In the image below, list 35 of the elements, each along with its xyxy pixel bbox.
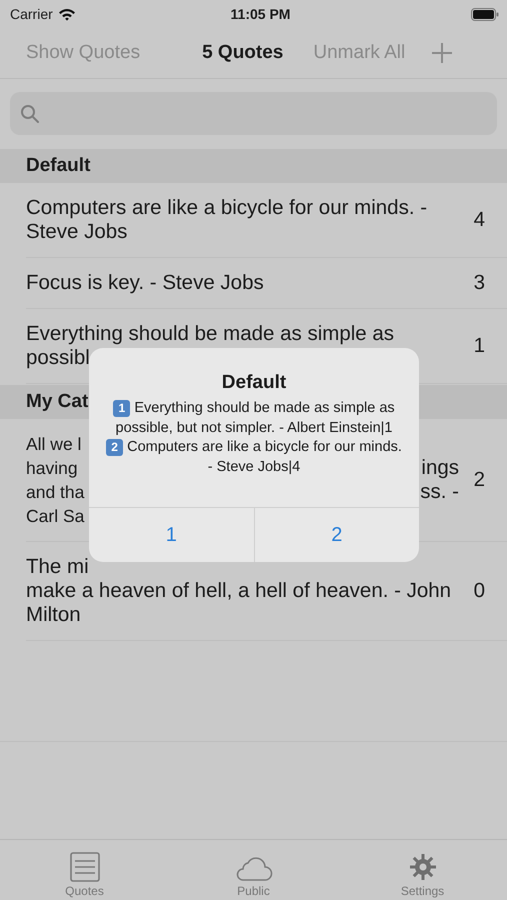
- quote-text-fragment: All we l: [26, 433, 82, 456]
- add-icon[interactable]: [431, 42, 454, 64]
- quote-text-fragment: Carl Sa: [26, 505, 86, 528]
- alert-option-button[interactable]: 1: [89, 508, 254, 562]
- mark-count: 3: [472, 271, 485, 295]
- quote-text-fragment: ings: [421, 456, 459, 480]
- tab-label[interactable]: Settings: [400, 884, 444, 898]
- quote-text-fragment: The mi: [26, 555, 90, 579]
- section-header: Default: [0, 149, 507, 183]
- quote-text-fragment: and tha: [26, 481, 86, 504]
- list-icon[interactable]: [70, 852, 100, 882]
- alert-message: 2 Computers are like a bicycle for our minds. - Steve Jobs|4: [105, 438, 403, 477]
- quote-text[interactable]: Focus is key. - Steve Jobs: [26, 271, 471, 295]
- tab-label[interactable]: Public: [237, 884, 270, 898]
- tab-label[interactable]: Quotes: [65, 884, 104, 898]
- search-field[interactable]: [10, 92, 497, 135]
- search-icon: [20, 104, 40, 124]
- mark-count: 2: [472, 468, 485, 492]
- alert-option-button[interactable]: 2: [254, 508, 419, 562]
- unmark-all-button[interactable]: Unmark All: [313, 42, 406, 64]
- status-time: 11:05 PM: [230, 6, 290, 22]
- wifi-icon: [58, 8, 76, 20]
- quote-text[interactable]: make a heaven of hell, a hell of heaven. - John Milton: [26, 579, 471, 627]
- carrier-label: Carrier: [10, 6, 53, 22]
- nav-title: 5 Quotes: [202, 42, 284, 64]
- mark-count: 4: [472, 208, 485, 232]
- quote-text[interactable]: Computers are like a bicycle for our minds. - Steve Jobs: [26, 196, 471, 244]
- battery-icon: [471, 8, 499, 20]
- quote-text-fragment: having: [26, 457, 79, 480]
- quote-text-fragment: ss. -: [420, 480, 459, 504]
- show-quotes-button[interactable]: Show Quotes: [26, 42, 140, 64]
- mark-count: 1: [472, 334, 485, 358]
- cloud-icon[interactable]: [234, 856, 272, 882]
- mark-count: 0: [472, 579, 485, 603]
- settings-icon[interactable]: [408, 852, 438, 882]
